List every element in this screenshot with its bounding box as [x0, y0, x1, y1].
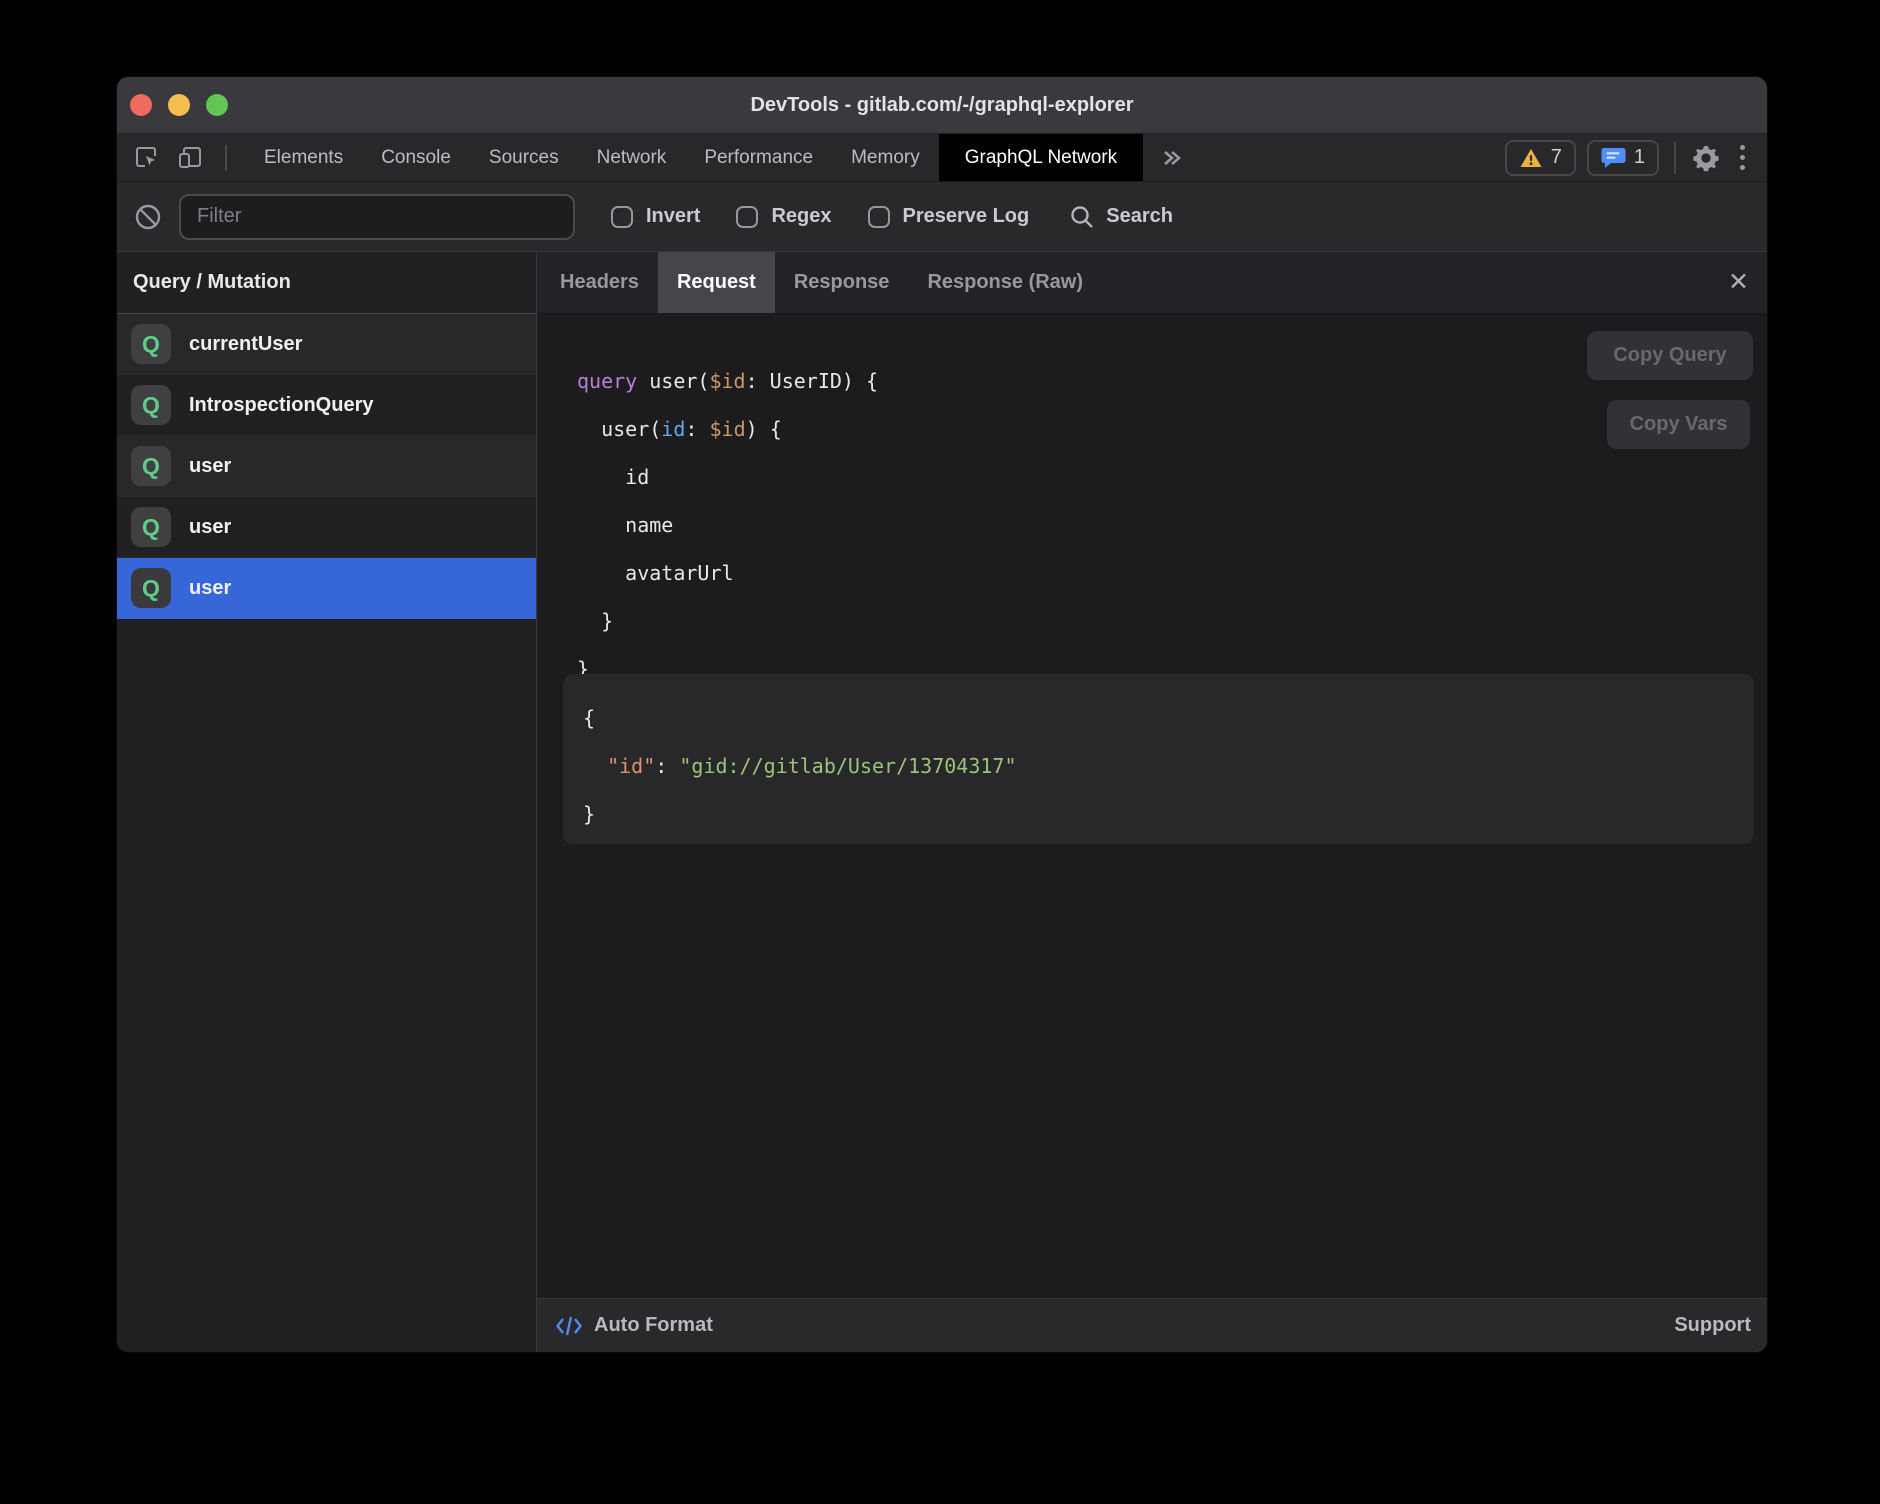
search-label: Search	[1106, 205, 1173, 228]
traffic-lights	[130, 94, 228, 116]
close-window-button[interactable]	[130, 94, 152, 116]
query-type-badge: Q	[131, 568, 171, 608]
regex-checkbox-group: Regex	[736, 205, 831, 228]
tab-network[interactable]: Network	[578, 134, 686, 181]
tab-request[interactable]: Request	[658, 252, 775, 313]
close-detail-icon[interactable]: ✕	[1728, 270, 1749, 295]
invert-label: Invert	[646, 205, 700, 228]
preserve-log-label: Preserve Log	[903, 205, 1030, 228]
query-list-item-selected[interactable]: Q user	[117, 558, 536, 619]
devtools-window: DevTools - gitlab.com/-/graphql-explorer…	[117, 77, 1767, 1352]
request-content: query user($id: UserID) { user(id: $id) …	[537, 314, 1767, 1298]
inspect-element-icon[interactable]	[131, 143, 161, 173]
query-list-header: Query / Mutation	[117, 252, 536, 314]
request-detail-panel: Headers Request Response Response (Raw) …	[537, 252, 1767, 1352]
copy-vars-button[interactable]: Copy Vars	[1607, 400, 1750, 449]
invert-checkbox[interactable]	[611, 206, 633, 228]
auto-format-button[interactable]: Auto Format	[555, 1314, 713, 1338]
warning-count: 7	[1551, 146, 1562, 169]
query-list-item[interactable]: Q user	[117, 497, 536, 558]
device-toolbar-icon[interactable]	[175, 143, 205, 173]
tab-performance[interactable]: Performance	[685, 134, 832, 181]
query-list-item[interactable]: Q currentUser	[117, 314, 536, 375]
tab-response[interactable]: Response	[775, 252, 909, 313]
warnings-badge[interactable]: 7	[1505, 140, 1576, 176]
regex-label: Regex	[771, 205, 831, 228]
query-name: currentUser	[189, 333, 302, 356]
tab-memory[interactable]: Memory	[832, 134, 939, 181]
toolbar-divider	[1674, 142, 1676, 174]
message-count: 1	[1634, 146, 1645, 169]
issues-badge[interactable]: 1	[1587, 140, 1659, 176]
detail-footer: Auto Format Support	[537, 1298, 1767, 1352]
graphql-query-code: query user($id: UserID) { user(id: $id) …	[577, 357, 878, 693]
query-name: IntrospectionQuery	[189, 394, 373, 417]
search-control[interactable]: Search	[1069, 204, 1173, 230]
preserve-log-checkbox-group: Preserve Log	[868, 205, 1030, 228]
preserve-log-checkbox[interactable]	[868, 206, 890, 228]
tab-console[interactable]: Console	[362, 134, 470, 181]
more-tabs-icon[interactable]	[1159, 147, 1183, 169]
query-list-item[interactable]: Q IntrospectionQuery	[117, 375, 536, 436]
title-bar: DevTools - gitlab.com/-/graphql-explorer	[117, 77, 1767, 134]
toolbar-divider	[225, 145, 227, 171]
query-list-panel: Query / Mutation Q currentUser Q Introsp…	[117, 252, 537, 1352]
auto-format-label: Auto Format	[594, 1314, 713, 1337]
zoom-window-button[interactable]	[206, 94, 228, 116]
query-name: user	[189, 455, 231, 478]
query-name: user	[189, 577, 231, 600]
clear-filter-icon[interactable]	[133, 202, 163, 232]
message-icon	[1601, 146, 1626, 169]
settings-gear-icon[interactable]	[1691, 143, 1721, 173]
tab-graphql-network[interactable]: GraphQL Network	[939, 134, 1143, 181]
variables-box: { "id": "gid://gitlab/User/13704317"}	[563, 674, 1754, 844]
tab-headers[interactable]: Headers	[541, 252, 658, 313]
invert-checkbox-group: Invert	[611, 205, 700, 228]
query-type-badge: Q	[131, 324, 171, 364]
filter-input[interactable]	[179, 194, 575, 240]
code-icon	[555, 1314, 583, 1338]
query-type-badge: Q	[131, 507, 171, 547]
minimize-window-button[interactable]	[168, 94, 190, 116]
detail-tabs: Headers Request Response Response (Raw) …	[537, 252, 1767, 314]
tab-response-raw[interactable]: Response (Raw)	[908, 252, 1102, 313]
warning-icon	[1519, 147, 1543, 169]
tab-elements[interactable]: Elements	[245, 134, 362, 181]
tab-sources[interactable]: Sources	[470, 134, 578, 181]
search-icon	[1069, 204, 1095, 230]
filter-bar: Invert Regex Preserve Log Search	[117, 182, 1767, 252]
query-name: user	[189, 516, 231, 539]
query-list-item[interactable]: Q user	[117, 436, 536, 497]
devtools-toolbar: Elements Console Sources Network Perform…	[117, 134, 1767, 182]
kebab-menu-icon[interactable]	[1732, 145, 1753, 170]
query-type-badge: Q	[131, 446, 171, 486]
query-type-badge: Q	[131, 385, 171, 425]
window-title: DevTools - gitlab.com/-/graphql-explorer	[750, 94, 1133, 117]
regex-checkbox[interactable]	[736, 206, 758, 228]
support-link[interactable]: Support	[1674, 1314, 1751, 1337]
copy-query-button[interactable]: Copy Query	[1587, 331, 1753, 380]
